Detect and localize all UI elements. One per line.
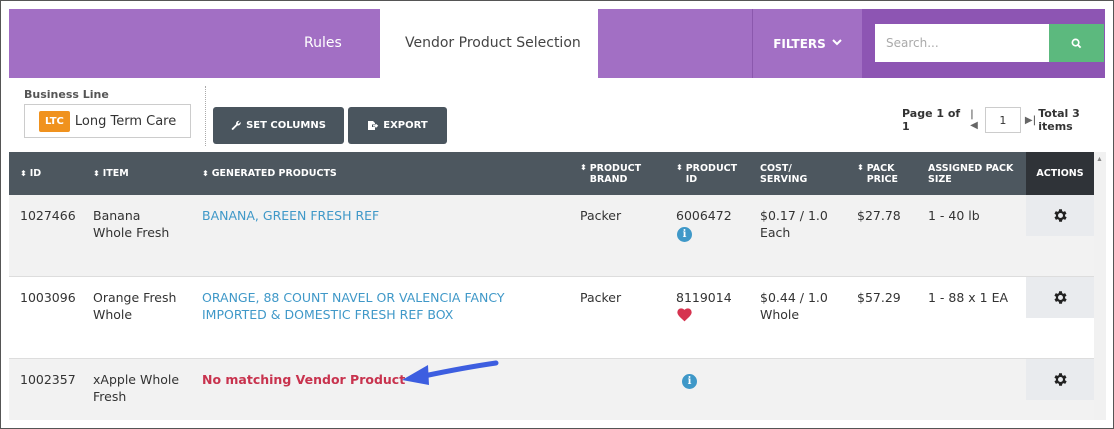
search-icon — [1071, 38, 1082, 48]
page-number-input[interactable] — [984, 107, 1021, 133]
sort-icon: ⬍ — [20, 169, 27, 178]
top-header: Rules Vendor Product Selection FILTERS — [9, 9, 1105, 78]
filters-label: FILTERS — [773, 36, 826, 51]
row-actions-button[interactable] — [1026, 277, 1094, 318]
last-page-icon[interactable]: ▶| — [1025, 115, 1036, 126]
column-header-pack-price[interactable]: ⬍ PACK PRICE — [857, 152, 898, 195]
cell-item: Banana Whole Fresh — [93, 208, 170, 240]
total-items-text: Total 3 items — [1038, 107, 1080, 133]
search-button[interactable] — [1049, 24, 1104, 62]
set-columns-button[interactable]: SET COLUMNS — [213, 107, 344, 144]
sort-icon: ⬍ — [580, 163, 587, 172]
gear-icon — [1053, 209, 1067, 222]
row-actions-button[interactable] — [1026, 195, 1094, 236]
chevron-down-icon — [832, 38, 842, 49]
vertical-scrollbar[interactable]: ▲ — [1094, 152, 1106, 420]
business-line-selector[interactable]: LTC Long Term Care — [24, 104, 191, 138]
gear-icon — [1053, 373, 1067, 386]
sort-icon: ⬍ — [93, 169, 100, 178]
search-input[interactable] — [875, 24, 1049, 62]
page-of-text: Page 1 of 1 — [902, 107, 961, 133]
first-page-icon[interactable]: |◀ — [970, 109, 981, 131]
cell-product-id: 8119014 — [676, 289, 732, 326]
row-actions-button[interactable] — [1026, 359, 1094, 400]
pagination: Page 1 of 1 |◀ ▶| Total 3 items — [902, 107, 1114, 133]
info-icon[interactable]: i — [677, 227, 692, 242]
cell-assigned-size: 1 - 40 lb — [928, 208, 980, 223]
search-area — [862, 9, 1105, 78]
cell-item: xApple Whole Fresh — [93, 372, 180, 404]
cell-item: Orange Fresh Whole — [93, 290, 177, 322]
tab-vendor-label: Vendor Product Selection — [405, 35, 581, 51]
annotation-arrow-icon — [402, 360, 499, 385]
business-line-name: Long Term Care — [74, 113, 177, 129]
cell-brand: Packer — [580, 290, 622, 305]
column-header-generated-products[interactable]: ⬍ GENERATED PRODUCTS — [202, 152, 337, 195]
column-header-item[interactable]: ⬍ ITEM — [93, 152, 129, 195]
sort-icon: ⬍ — [202, 169, 209, 178]
heart-icon[interactable] — [676, 307, 693, 322]
scroll-up-icon[interactable]: ▲ — [1096, 156, 1103, 163]
table-row: 1003096 Orange Fresh Whole ORANGE, 88 COU… — [9, 277, 1094, 359]
table-row: 1027466 Banana Whole Fresh BANANA, GREEN … — [9, 195, 1094, 277]
cell-product-id: i — [682, 371, 697, 389]
cell-id: 1002357 — [20, 372, 76, 387]
gear-icon — [1053, 291, 1067, 304]
cell-pack-price: $57.29 — [857, 290, 901, 305]
business-line-label: Business Line — [24, 88, 109, 101]
table-row: 1002357 xApple Whole Fresh No matching Ve… — [9, 359, 1094, 420]
toolbar-divider — [205, 86, 206, 146]
business-line-badge: LTC — [39, 110, 70, 132]
cell-cost: $0.44 / 1.0 Whole — [760, 290, 828, 322]
table-header: ⬍ ID ⬍ ITEM ⬍ GENERATED PRODUCTS ⬍ PRODUCT B… — [9, 152, 1094, 195]
column-header-cost-serving: COST/SERVING — [760, 162, 808, 185]
export-label: EXPORT — [383, 120, 428, 131]
cell-cost: $0.17 / 1.0 Each — [760, 208, 828, 240]
cell-assigned-size: 1 - 88 x 1 EA — [928, 290, 1009, 305]
set-columns-label: SET COLUMNS — [246, 120, 326, 131]
column-header-product-id[interactable]: ⬍ PRODUCT ID — [676, 152, 737, 195]
filters-button[interactable]: FILTERS — [752, 9, 862, 78]
column-header-id[interactable]: ⬍ ID — [20, 152, 41, 195]
cell-brand: Packer — [580, 208, 622, 223]
tab-rules[interactable]: Rules — [304, 35, 342, 51]
cell-id: 1003096 — [20, 290, 76, 305]
cell-product-id: 6006472 i — [676, 208, 732, 242]
no-match-message: No matching Vendor Product — [202, 372, 406, 387]
tab-vendor-product-selection[interactable]: Vendor Product Selection — [380, 9, 598, 78]
generated-product-link[interactable]: ORANGE, 88 COUNT NAVEL OR VALENCIA FANCY… — [202, 289, 505, 323]
tab-bar-left: Rules — [9, 9, 380, 78]
sort-icon: ⬍ — [676, 163, 683, 172]
sort-icon: ⬍ — [857, 163, 864, 172]
cell-pack-price: $27.78 — [857, 208, 901, 223]
column-header-product-brand[interactable]: ⬍ PRODUCT BRAND — [580, 152, 641, 195]
cell-id: 1027466 — [20, 208, 76, 223]
generated-product-link[interactable]: BANANA, GREEN FRESH REF — [202, 207, 379, 224]
info-icon[interactable]: i — [682, 374, 697, 389]
header-right: FILTERS — [598, 9, 1105, 78]
wrench-icon — [231, 120, 241, 130]
export-icon — [368, 121, 379, 130]
column-header-actions: ACTIONS — [1026, 152, 1094, 195]
column-header-assigned-pack-size: ASSIGNED PACK SIZE — [928, 162, 1014, 185]
export-button[interactable]: EXPORT — [348, 107, 447, 144]
